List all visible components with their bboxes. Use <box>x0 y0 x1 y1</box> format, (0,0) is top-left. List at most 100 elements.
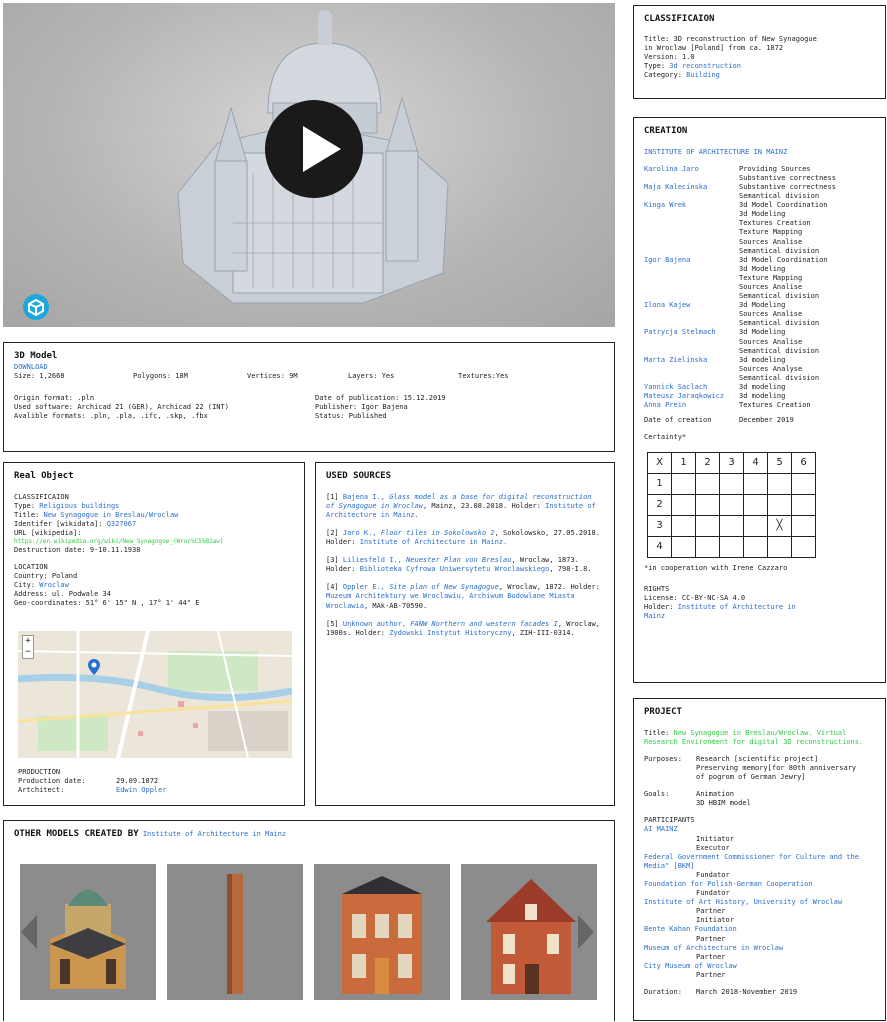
label: Title: <box>644 34 674 43</box>
source-author-link[interactable]: Oppler E., <box>343 583 389 591</box>
participant-role: Fundator <box>696 889 730 898</box>
creator-name-link[interactable]: Marta Zielinska <box>644 356 739 383</box>
carousel-next-icon[interactable] <box>576 915 594 949</box>
publisher: Publisher: Igor Bajena <box>315 402 408 411</box>
creator-name-link[interactable]: Yannick Saclach <box>644 383 739 392</box>
grid-header-cell: 6 <box>791 451 816 474</box>
model-thumbnail[interactable] <box>314 864 450 1000</box>
map-pin-icon[interactable] <box>88 659 100 675</box>
purpose-item: of pogrom of German Jewry] <box>696 773 806 782</box>
layers: Layers: Yes <box>348 371 395 380</box>
participant-name-link[interactable]: Federal Government Commissioner for Cult… <box>644 853 875 871</box>
zoom-in-icon[interactable]: + <box>23 636 33 647</box>
source-author-link[interactable]: Unknown author, <box>343 620 410 628</box>
thumbnail-synagogue-render <box>20 864 156 1000</box>
role-item: 3d Model Coordination <box>739 255 828 264</box>
architect-link[interactable]: Edwin Oppler <box>116 786 167 795</box>
model-thumbnail[interactable] <box>167 864 303 1000</box>
model-viewer[interactable] <box>3 3 615 327</box>
role-item: 3d modeling <box>739 355 786 364</box>
grid-header-cell: X <box>647 451 672 474</box>
holder-label: Holder: <box>644 602 678 611</box>
category-link[interactable]: Building <box>686 71 720 79</box>
source-holder-link[interactable]: Biblioteka Cyfrowa Uniwersytetu Wroclaws… <box>360 565 550 573</box>
creator-name-link[interactable]: Ilona Kajew <box>644 301 739 328</box>
rights-title: RIGHTS <box>644 584 670 593</box>
wikipedia-link[interactable]: https://en.wikipedia.org/wiki/New_Synago… <box>14 538 294 546</box>
grid-cell <box>743 514 768 537</box>
source-signature: , 798-I.8. <box>549 565 592 574</box>
play-button[interactable] <box>265 100 363 198</box>
geo-coordinates: Geo-coordinates: 51° 6' 15" N , 17° 1' 4… <box>14 599 200 608</box>
creator-row: Patrycja Stelmach 3d Modeling Sources Anal… <box>644 328 875 355</box>
type-link[interactable]: 3d reconstruction <box>669 62 741 70</box>
role-item: 3d Modeling <box>739 210 786 219</box>
project-title-link[interactable]: New Synagogue in Breslau/Wroclaw. Virtua… <box>644 729 863 746</box>
creator-name-link[interactable]: Karolina Jaro <box>644 165 739 183</box>
origin-format: Origin format: .pln <box>14 393 95 402</box>
creation-title: CREATION <box>644 126 688 136</box>
creator-row: Kinga Wrek 3d Model Coordination 3d Modeli… <box>644 201 875 256</box>
holder-link-cont[interactable]: Mainz <box>644 612 875 621</box>
source-item: [2] Jaro K., Floor tiles in Sokolowsko 2… <box>326 529 604 547</box>
type-link[interactable]: Religious buildings <box>39 502 119 510</box>
source-title-link[interactable]: FANW Northern and western facades I <box>410 620 558 628</box>
participant-name-link[interactable]: Institute of Art History, University of … <box>644 898 875 907</box>
creator-name-link[interactable]: Anna Prein <box>644 401 739 410</box>
creator-name-link[interactable]: Mateusz Jaraqkowicz <box>644 392 739 401</box>
certainty-label: Certainty* <box>644 433 687 442</box>
holder-link[interactable]: Institute of Architecture in <box>678 603 796 611</box>
source-author-link[interactable]: Bajena I., <box>343 493 389 501</box>
source-author-link[interactable]: Jaro K., <box>343 529 381 537</box>
institute-link[interactable]: INSTITUTE OF ARCHITECTURE IN MAINZ <box>644 148 875 157</box>
classification-subtitle: CLASSIFICAION <box>14 492 69 501</box>
participant-name-link[interactable]: City Museum of Wroclaw <box>644 962 875 971</box>
wikidata-link[interactable]: Q327067 <box>107 520 137 528</box>
model-thumbnail[interactable] <box>20 864 156 1000</box>
grid-row: 3 ╳ <box>647 514 816 537</box>
source-title-link[interactable]: Site plan of New Synagogue <box>389 583 499 591</box>
creator-name-link[interactable]: Igor Bajena <box>644 256 739 301</box>
role-item: Texture Mapping <box>739 273 803 282</box>
zoom-controls[interactable]: + − <box>22 635 34 659</box>
status: Status: Published <box>315 411 387 420</box>
model-info-panel: 3D Model DOWNLOAD Size: 1,2668 Polygons:… <box>3 342 615 452</box>
grid-cell <box>671 535 696 558</box>
play-icon <box>303 126 341 172</box>
source-title-link[interactable]: Floor tiles in Sokolowsko 2 <box>381 529 495 537</box>
source-title-link[interactable]: Neuester Plan von Breslau <box>406 556 511 564</box>
participant-name-link[interactable]: Foundation for Polish-German Cooperation <box>644 880 875 889</box>
title-link[interactable]: New Synagogue in Breslau/Wroclaw <box>44 511 179 519</box>
creator-name-link[interactable]: Maja Kalecinska <box>644 183 739 201</box>
grid-row: 1 <box>647 472 816 495</box>
sketchfab-logo-icon[interactable] <box>23 294 49 320</box>
source-holder-link[interactable]: Institute of Architecture in Mainz. <box>360 538 508 546</box>
purposes-list: Research [scientific project] Preserving… <box>696 755 856 782</box>
carousel-prev-icon[interactable] <box>21 915 39 949</box>
city-link[interactable]: Wroclaw <box>39 581 69 589</box>
creator-name-link[interactable]: Patrycja Stelmach <box>644 328 739 355</box>
participant-name-link[interactable]: AI MAINZ <box>644 825 875 834</box>
role-item: 3d modeling <box>739 383 786 392</box>
creator-row: Igor Bajena 3d Model Coordination 3d Model… <box>644 256 875 301</box>
grid-cell <box>791 472 816 495</box>
source-author-link[interactable]: Liliesfeld I., <box>343 556 406 564</box>
zoom-out-icon[interactable]: − <box>23 647 33 658</box>
source-number: [2] <box>326 528 343 537</box>
role-item: Textures Creation <box>739 401 811 410</box>
project-title-label: Title: <box>644 728 674 737</box>
grid-cell <box>671 472 696 495</box>
participant-name-link[interactable]: Museum of Architecture in Wroclaw <box>644 944 875 953</box>
participant-name-link[interactable]: Bente Kahan Foundation <box>644 925 875 934</box>
creator-name-link[interactable]: Kinga Wrek <box>644 201 739 256</box>
creator-row: Anna Prein Textures Creation <box>644 401 875 410</box>
role-item: 3d Modeling <box>739 264 786 273</box>
location-map[interactable]: + − <box>18 631 292 758</box>
grid-row-label: 3 <box>647 514 672 537</box>
download-link[interactable]: DOWNLOAD <box>14 363 604 372</box>
role-item: Semantical division <box>739 319 820 328</box>
size: Size: 1,2668 <box>14 371 65 380</box>
source-holder-link[interactable]: Zydowski Instytut Historyczny <box>389 629 511 637</box>
creator-roles: 3d Modeling Sources Analise Semantical div… <box>739 301 819 328</box>
creator-link[interactable]: Institute of Architecture in Mainz <box>143 830 286 838</box>
